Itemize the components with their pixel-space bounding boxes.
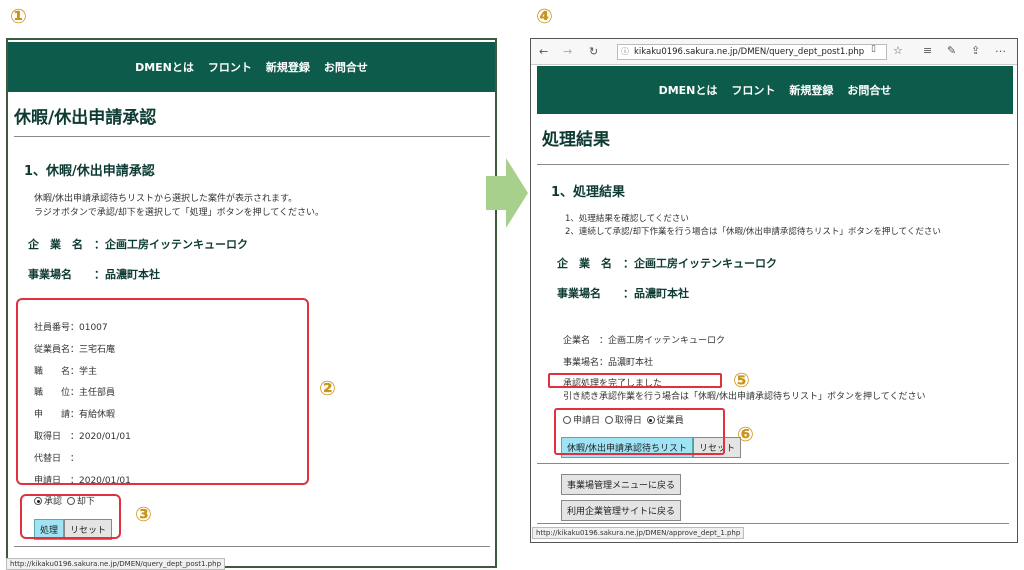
nav-item-front[interactable]: フロント xyxy=(731,82,775,98)
intro-line: 2、連続して承認/却下作業を行う場合は「休暇/休出申請承認待ちリスト」ボタンを押… xyxy=(565,226,941,237)
nav-item-front[interactable]: フロント xyxy=(208,59,252,75)
favorite-star-icon[interactable]: ☆ xyxy=(893,44,903,57)
highlight-approve-controls xyxy=(20,494,121,539)
arrow-right-icon xyxy=(486,158,528,228)
marker-2: ② xyxy=(319,376,336,400)
info-icon: ⓘ xyxy=(621,47,629,56)
company-name: 企 業 名 ：企画工房イッテンキューロク xyxy=(28,238,248,251)
address-bar[interactable]: ⓘ kikaku0196.sakura.ne.jp/DMEN/query_dep… xyxy=(617,44,887,60)
right-status-url: http://kikaku0196.sakura.ne.jp/DMEN/appr… xyxy=(532,527,745,539)
nav-bar: DMENとは フロント 新規登録 お問合せ xyxy=(537,66,1013,114)
forward-icon[interactable]: → xyxy=(563,45,572,58)
divider xyxy=(537,523,1009,524)
divider xyxy=(14,546,490,547)
pen-icon[interactable]: ✎ xyxy=(947,44,956,57)
divider xyxy=(537,463,1009,464)
nav-bar: DMENとは フロント 新規登録 お問合せ xyxy=(8,42,495,92)
nav-item-about[interactable]: DMENとは xyxy=(135,59,194,75)
result-company: 企業名 ：企画工房イッテンキューロク xyxy=(563,336,726,346)
company-name: 企 業 名 ：企画工房イッテンキューロク xyxy=(557,257,777,270)
highlight-done-message xyxy=(548,373,722,388)
intro-line: 休暇/休出申請承認待ちリストから選択した案件が表示されます。 xyxy=(34,194,298,204)
refresh-icon[interactable]: ↻ xyxy=(589,45,598,58)
left-status-url: http://kikaku0196.sakura.ne.jp/DMEN/quer… xyxy=(6,558,226,570)
browser-toolbar: ← → ↻ ⓘ kikaku0196.sakura.ne.jp/DMEN/que… xyxy=(531,39,1017,65)
share-icon[interactable]: ⇪ xyxy=(971,44,980,57)
highlight-list-controls xyxy=(554,408,725,455)
nav-item-register[interactable]: 新規登録 xyxy=(266,59,310,75)
nav-item-about[interactable]: DMENとは xyxy=(659,82,718,98)
right-browser-panel: ← → ↻ ⓘ kikaku0196.sakura.ne.jp/DMEN/que… xyxy=(530,38,1018,543)
office-name: 事業場名 ：品濃町本社 xyxy=(28,268,160,281)
marker-4: ④ xyxy=(536,4,553,28)
nav-item-register[interactable]: 新規登録 xyxy=(789,82,833,98)
marker-5: ⑤ xyxy=(733,368,750,392)
reading-view-icon[interactable]: ▯ xyxy=(871,44,876,54)
marker-6: ⑥ xyxy=(737,422,754,446)
back-office-menu-button[interactable]: 事業場管理メニューに戻る xyxy=(561,474,682,495)
intro-text: 休暇/休出申請承認待ちリストから選択した案件が表示されます。 ラジオボタンで承認… xyxy=(34,193,324,220)
marker-1: ① xyxy=(10,4,27,28)
marker-3: ③ xyxy=(135,502,152,526)
divider xyxy=(14,136,490,137)
section-title: 1、処理結果 xyxy=(551,185,626,200)
back-site-wrap: 利用企業管理サイトに戻る xyxy=(561,499,682,521)
back-office-wrap: 事業場管理メニューに戻る xyxy=(561,473,682,495)
section-title: 1、休暇/休出申請承認 xyxy=(24,164,155,179)
back-site-button[interactable]: 利用企業管理サイトに戻る xyxy=(561,500,682,521)
intro-line: 1、処理結果を確認してください xyxy=(565,214,689,224)
more-icon[interactable]: … xyxy=(995,42,1006,55)
favorites-list-icon[interactable]: ≡ xyxy=(923,44,932,57)
back-icon[interactable]: ← xyxy=(539,45,548,58)
intro-line: ラジオボタンで承認/却下を選択して「処理」ボタンを押してください。 xyxy=(34,207,325,218)
address-url: kikaku0196.sakura.ne.jp/DMEN/query_dept_… xyxy=(634,47,865,57)
nav-item-contact[interactable]: お問合せ xyxy=(847,82,891,98)
office-name: 事業場名 ：品濃町本社 xyxy=(557,287,689,300)
result-continue-message: 引き続き承認作業を行う場合は「休暇/休出申請承認待ちリスト」ボタンを押してくださ… xyxy=(563,392,926,402)
nav-item-contact[interactable]: お問合せ xyxy=(324,59,368,75)
page-title: 休暇/休出申請承認 xyxy=(14,108,157,128)
intro-text: 1、処理結果を確認してください 2、連続して承認/却下作業を行う場合は「休暇/休… xyxy=(565,213,941,239)
result-office: 事業場名：品濃町本社 xyxy=(563,358,654,368)
highlight-details xyxy=(16,298,309,485)
page-title: 処理結果 xyxy=(542,130,610,150)
divider xyxy=(537,164,1009,165)
